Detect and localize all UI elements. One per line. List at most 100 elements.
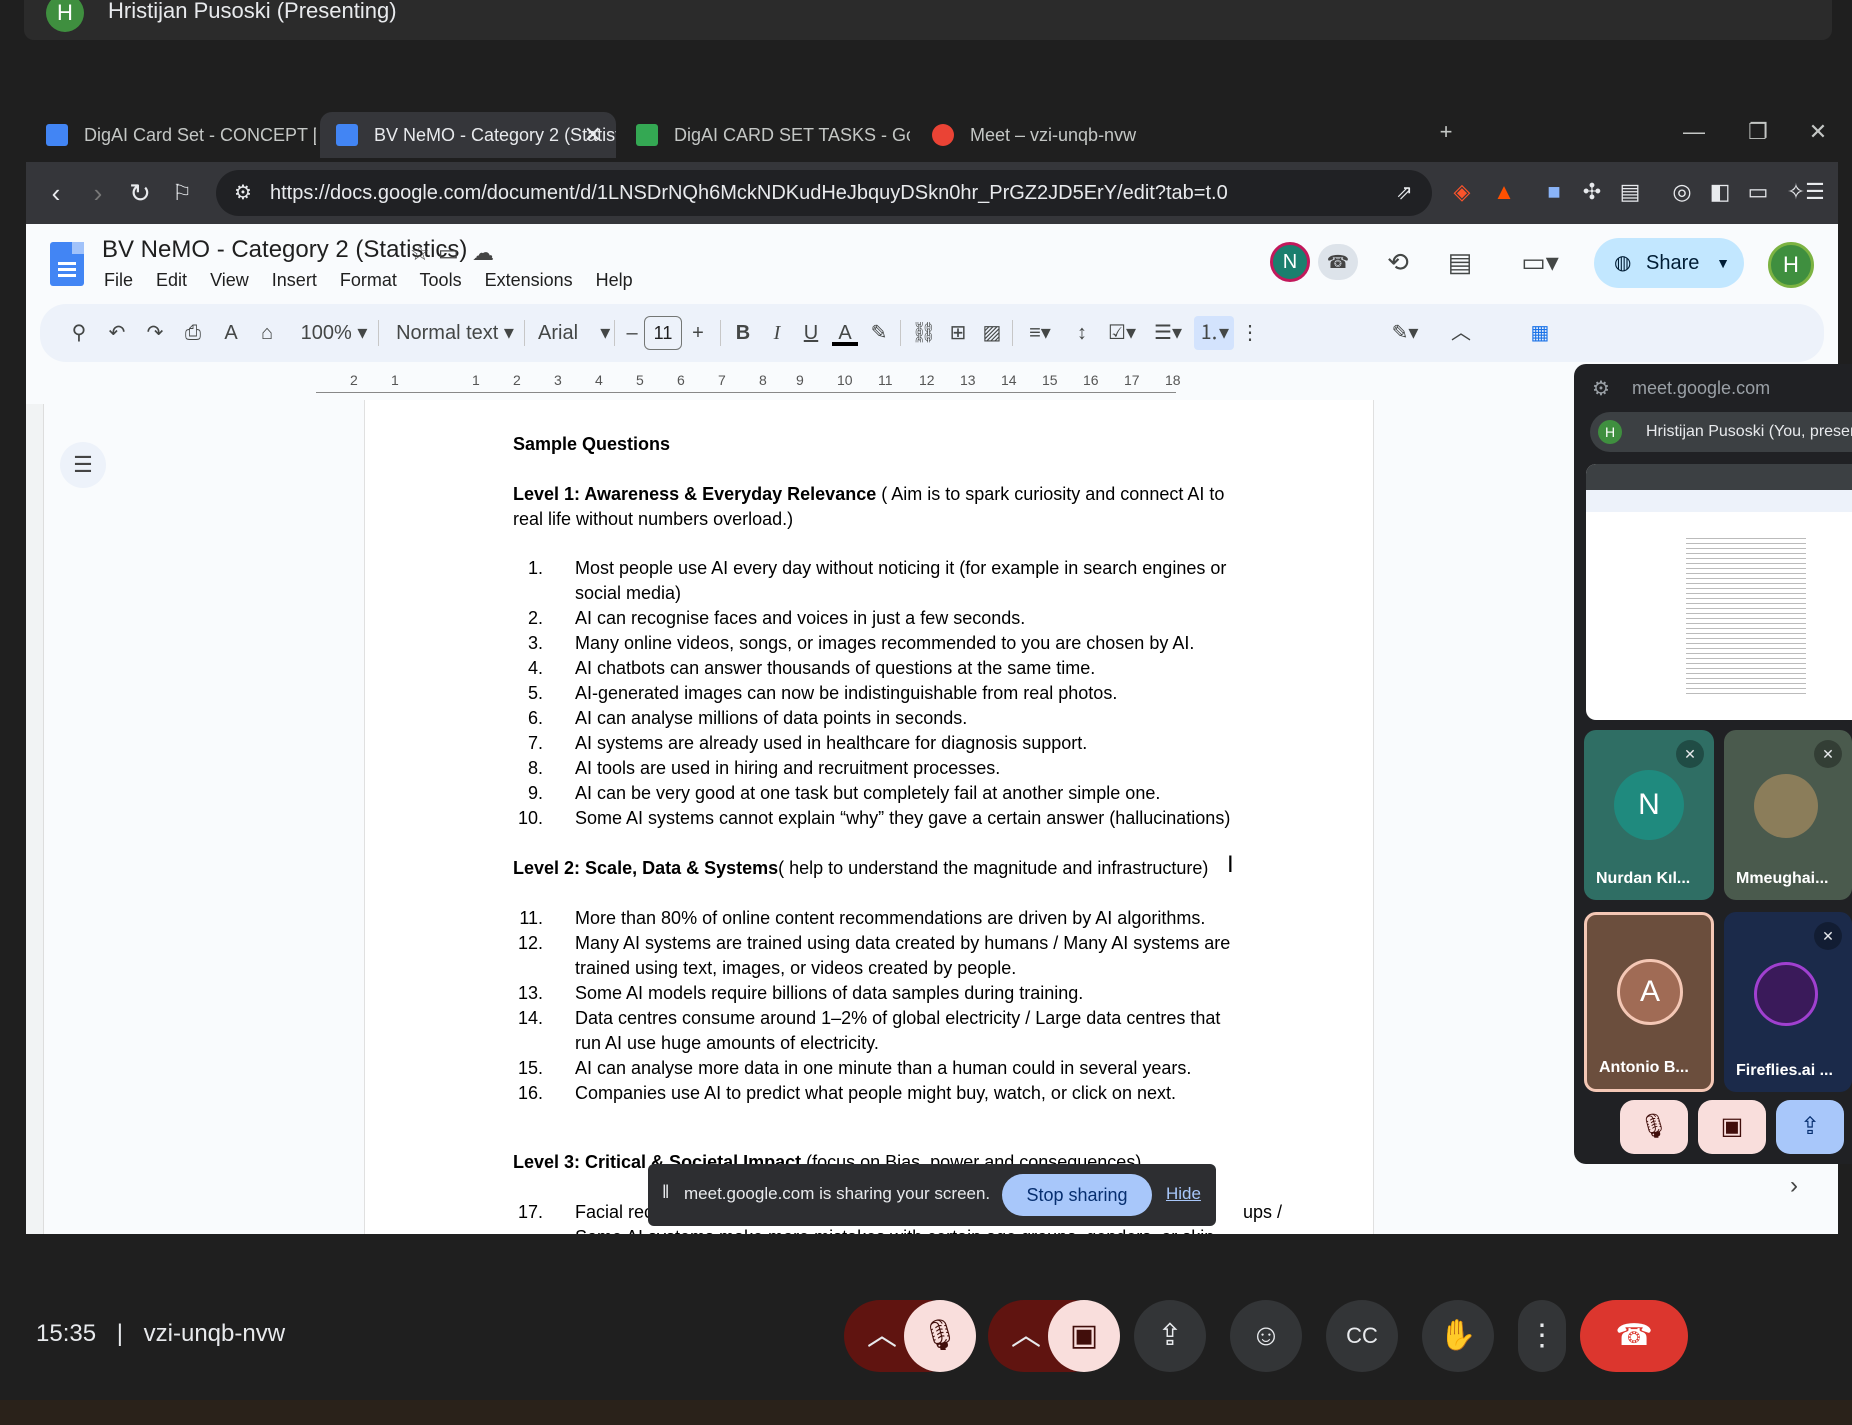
minimize-icon[interactable]: — [1674, 112, 1714, 152]
document-outline-icon[interactable]: ☰ [60, 442, 106, 488]
menu-tools[interactable]: Tools [420, 270, 462, 290]
back-icon[interactable]: ‹ [36, 173, 76, 213]
participant-tile[interactable]: ✕ Fireflies.ai ... [1724, 912, 1852, 1092]
pip-camera-off-icon[interactable]: ▣ [1698, 1100, 1766, 1154]
participant-tile[interactable]: N ✕ Nurdan Kıl... [1584, 730, 1714, 900]
restore-icon[interactable]: ❐ [1738, 112, 1778, 152]
reader-icon[interactable]: ▤ [1614, 176, 1646, 208]
numbered-list-icon[interactable]: ⒈▾ [1194, 316, 1234, 350]
menu-format[interactable]: Format [340, 270, 397, 290]
share-page-icon[interactable]: ⇗ [1396, 180, 1413, 205]
italic-icon[interactable]: I [764, 316, 790, 350]
url-text[interactable]: https://docs.google.com/document/d/1LNSD… [270, 182, 1228, 204]
participant-tile-speaking[interactable]: A Antonio B... [1584, 912, 1714, 1092]
extensions-puzzle-icon[interactable]: ✣ [1576, 176, 1608, 208]
tab-digai-tasks[interactable]: DigAI CARD SET TASKS - Google She [620, 112, 910, 158]
pip-present-icon[interactable]: ⇪ [1776, 1100, 1844, 1154]
reload-icon[interactable]: ↻ [120, 173, 160, 213]
bookmark-icon[interactable]: ⚐ [162, 173, 202, 213]
font-size-input[interactable]: 11 [644, 316, 682, 350]
decrease-font-icon[interactable]: – [622, 316, 642, 350]
redo-icon[interactable]: ↷ [140, 316, 170, 350]
font-select[interactable]: Arial ▾ [534, 316, 634, 350]
search-icon[interactable]: ⚲ [64, 316, 94, 350]
meet-join-icon[interactable]: ☎ [1318, 244, 1358, 280]
stop-sharing-button[interactable]: Stop sharing [1002, 1174, 1152, 1216]
chevron-right-icon[interactable]: › [1790, 1172, 1798, 1200]
star-icon[interactable]: ☆ [410, 240, 430, 266]
hide-link[interactable]: Hide [1166, 1184, 1201, 1204]
wallet-icon[interactable]: ▭ [1742, 176, 1774, 208]
sidebar-icon[interactable]: ◧ [1704, 176, 1736, 208]
menu-help[interactable]: Help [596, 270, 633, 290]
share-button[interactable]: ◍ Share ▼ [1594, 238, 1744, 288]
leave-call-icon[interactable]: ☎ [1580, 1300, 1688, 1372]
document-page[interactable]: Sample Questions Level 1: Awareness & Ev… [364, 400, 1374, 1234]
version-history-icon[interactable]: ⟲ [1378, 242, 1418, 282]
tab-bv-nemo[interactable]: BV NeMO - Category 2 (Statistic ✕ [320, 112, 616, 158]
pip-presenting-bar[interactable]: H Hristijan Pusoski (You, presenting) [1590, 412, 1852, 452]
mic-off-icon[interactable]: 🎙 [904, 1300, 976, 1372]
bold-icon[interactable]: B [730, 316, 756, 350]
brave-rewards-icon[interactable]: ▲ [1488, 176, 1520, 208]
hide-menus-icon[interactable]: ︿ [1446, 316, 1476, 350]
address-bar[interactable]: ⚙ https://docs.google.com/document/d/1LN… [216, 170, 1432, 216]
print-icon[interactable]: ⎙ [178, 316, 208, 350]
close-window-icon[interactable]: ✕ [1798, 112, 1838, 152]
captions-icon[interactable]: CC [1326, 1300, 1398, 1372]
emoji-icon[interactable]: ☺ [1230, 1300, 1302, 1372]
participant-tile[interactable]: ✕ Mmeughai... [1724, 730, 1852, 900]
menu-file[interactable]: File [104, 270, 133, 290]
new-tab-button[interactable]: + [1426, 112, 1466, 152]
add-comment-icon[interactable]: ⊞ [944, 316, 972, 350]
comments-icon[interactable]: ▤ [1440, 242, 1480, 282]
camera-off-icon[interactable]: ▣ [1048, 1300, 1120, 1372]
vpn-icon[interactable]: ◎ [1666, 176, 1698, 208]
editing-mode-icon[interactable]: ✎▾ [1380, 316, 1430, 350]
user-avatar[interactable]: H [1768, 242, 1814, 288]
spellcheck-icon[interactable]: A [216, 316, 246, 350]
pip-mic-off-icon[interactable]: 🎙 [1620, 1100, 1688, 1154]
close-icon[interactable]: ✕ [584, 112, 602, 158]
horizontal-ruler[interactable]: 2 1 1 2 3 4 5 6 7 8 9 10 11 12 13 14 15 … [316, 372, 1426, 400]
chevron-up-icon[interactable]: ︿ [1011, 1319, 1041, 1352]
increase-font-icon[interactable]: + [686, 316, 710, 350]
menu-edit[interactable]: Edit [156, 270, 187, 290]
bulleted-list-icon[interactable]: ☰▾ [1148, 316, 1188, 350]
site-info-icon[interactable]: ⚙ [234, 180, 252, 205]
extension-icon[interactable]: ■ [1538, 176, 1570, 208]
underline-icon[interactable]: U [798, 316, 824, 350]
paint-format-icon[interactable]: ⌂ [252, 316, 282, 350]
pip-settings-icon[interactable]: ⚙ [1592, 376, 1610, 401]
align-icon[interactable]: ≡▾ [1020, 316, 1060, 350]
text-color-icon[interactable]: A [832, 316, 858, 346]
zoom-select[interactable]: 100% ▾ [294, 316, 374, 350]
cloud-saved-icon[interactable]: ☁ [472, 240, 494, 266]
highlight-icon[interactable]: ✎ [866, 316, 892, 350]
present-screen-icon[interactable]: ⇪ [1134, 1300, 1206, 1372]
forward-icon[interactable]: › [78, 173, 118, 213]
tab-digai-concept[interactable]: DigAI Card Set - CONCEPT [In Develo [30, 112, 316, 158]
chevron-down-icon[interactable]: ▼ [1716, 238, 1730, 288]
menu-icon[interactable]: ☰ [1800, 176, 1830, 208]
more-options-icon[interactable]: ⋮ [1518, 1300, 1566, 1372]
move-folder-icon[interactable]: ▭ [438, 240, 459, 266]
checklist-icon[interactable]: ☑▾ [1102, 316, 1142, 350]
video-call-icon[interactable]: ▭▾ [1510, 242, 1570, 282]
menu-extensions[interactable]: Extensions [485, 270, 573, 290]
collaborator-avatar[interactable]: N [1270, 242, 1310, 282]
style-select[interactable]: Normal text ▾ [390, 316, 520, 350]
menu-view[interactable]: View [210, 270, 249, 290]
undo-icon[interactable]: ↶ [102, 316, 132, 350]
link-icon[interactable]: ⛓ [910, 316, 938, 350]
line-spacing-icon[interactable]: ↕ [1068, 316, 1096, 350]
tab-meet[interactable]: Meet – vzi-unqb-nvw [916, 112, 1216, 158]
docs-logo-icon[interactable] [50, 242, 84, 286]
vertical-ruler[interactable] [26, 404, 44, 1234]
brave-shields-icon[interactable]: ◈ [1446, 176, 1478, 208]
more-options-icon[interactable]: ⋮ [1240, 316, 1260, 350]
chevron-up-icon[interactable]: ︿ [867, 1319, 897, 1352]
menu-insert[interactable]: Insert [272, 270, 317, 290]
raise-hand-icon[interactable]: ✋ [1422, 1300, 1494, 1372]
image-icon[interactable]: ▨ [978, 316, 1006, 350]
